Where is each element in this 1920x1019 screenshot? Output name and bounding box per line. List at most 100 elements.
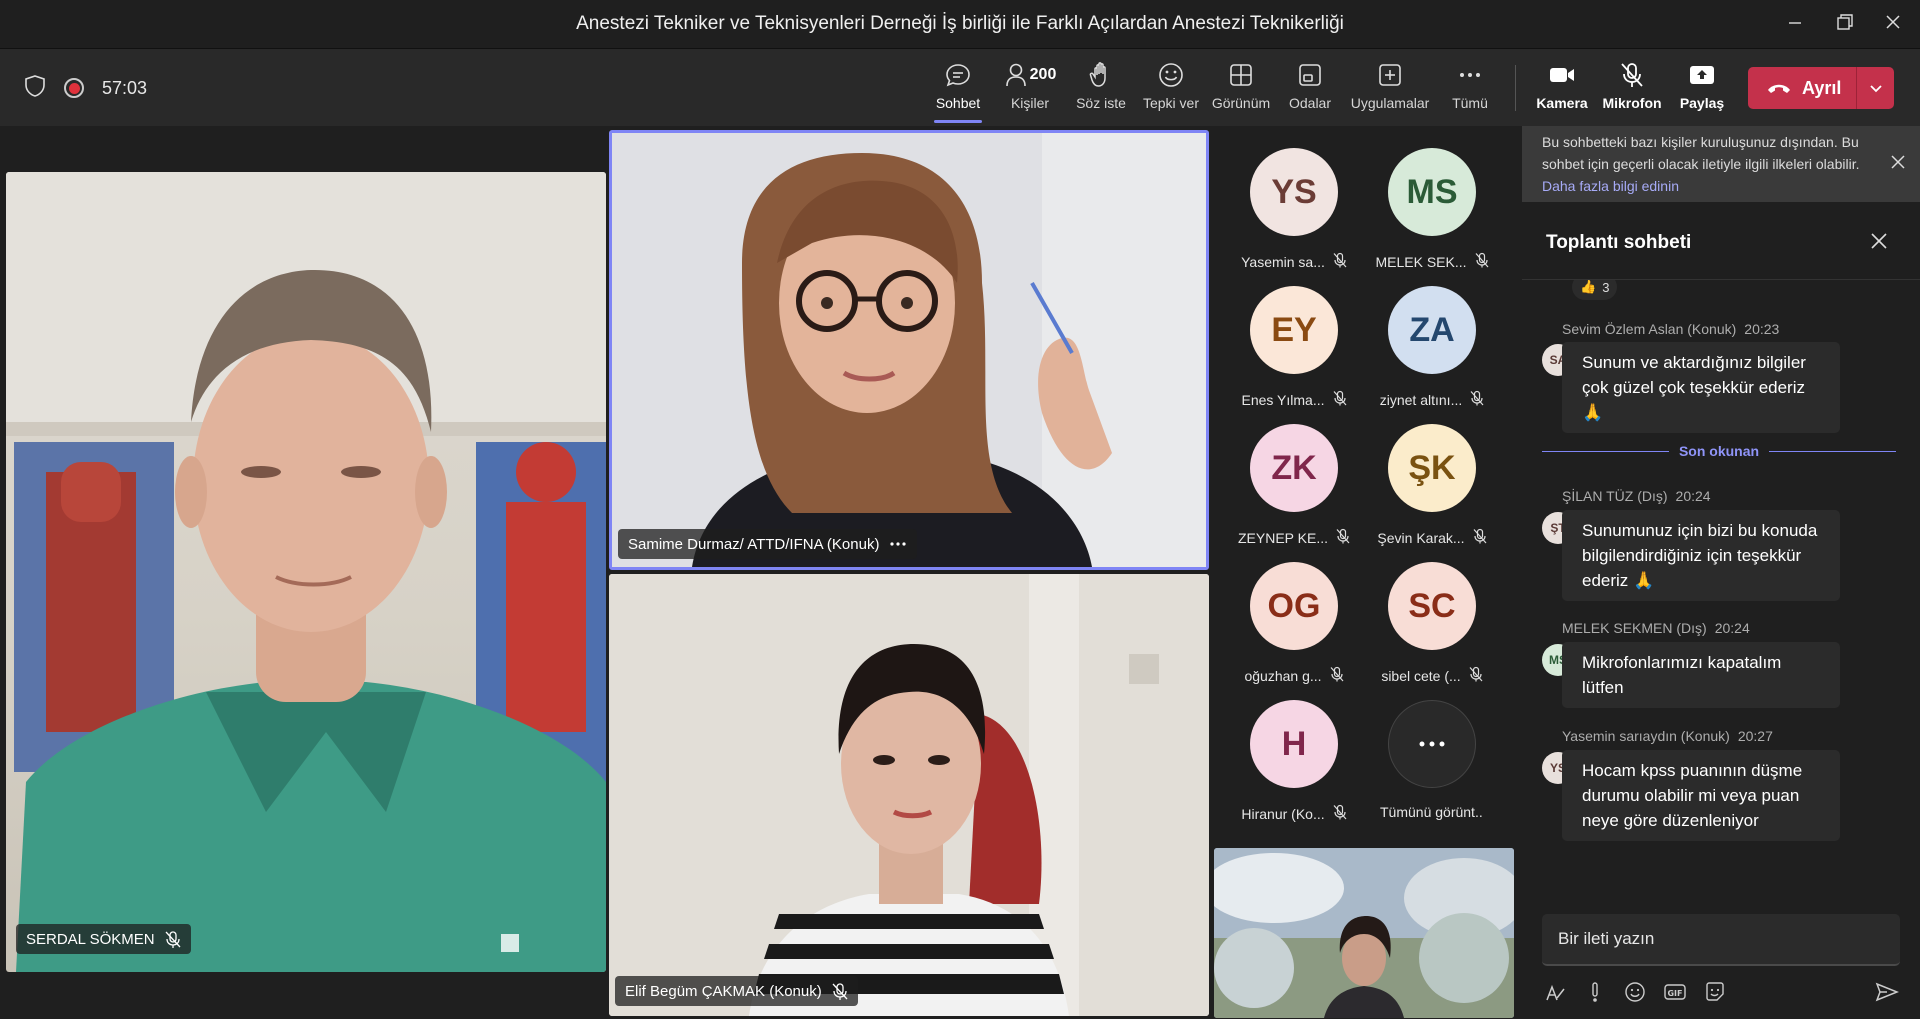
participant-video-image xyxy=(612,133,1206,567)
share-label: Paylaş xyxy=(1679,95,1725,111)
chat-message[interactable]: Mikrofonlarımızı kapatalım lütfen xyxy=(1562,642,1840,708)
mic-off-icon xyxy=(1475,252,1489,271)
camera-button[interactable]: Kamera xyxy=(1526,59,1598,121)
tab-people-label: Kişiler xyxy=(1010,95,1050,111)
avatar-name: Hiranur (Ko... xyxy=(1241,805,1325,822)
sticker-button[interactable] xyxy=(1702,979,1728,1005)
tab-chat[interactable]: Sohbet xyxy=(922,59,994,123)
avatar-initials: H xyxy=(1250,700,1338,788)
avatar-name-row: Şevin Karak... xyxy=(1364,528,1500,547)
mic-off-icon xyxy=(1333,804,1347,823)
view-label: Görünüm xyxy=(1211,95,1271,111)
camera-icon xyxy=(1548,59,1576,91)
view-button[interactable]: Görünüm xyxy=(1205,59,1277,121)
close-icon xyxy=(1871,233,1887,249)
participant-avatar[interactable]: EY Enes Yılma... xyxy=(1226,286,1362,416)
avatar-name: Tümünü görünt... xyxy=(1380,804,1484,820)
participant-video-image xyxy=(609,574,1209,1016)
avatar-name-row: ZEYNEP KE... xyxy=(1226,528,1362,547)
avatar-initials: SC xyxy=(1388,562,1476,650)
leave-main[interactable]: Ayrıl xyxy=(1748,67,1856,109)
banner-close-button[interactable] xyxy=(1890,154,1906,176)
avatar-name: Enes Yılma... xyxy=(1241,391,1325,408)
svg-text:GIF: GIF xyxy=(1667,989,1682,998)
avatar-initials: MS xyxy=(1388,148,1476,236)
camera-label: Kamera xyxy=(1536,95,1588,111)
breakout-rooms-icon xyxy=(1297,59,1323,91)
microphone-button[interactable]: Mikrofon xyxy=(1596,59,1668,121)
participant-avatar[interactable]: SC sibel cete (... xyxy=(1364,562,1500,692)
more-icon xyxy=(1388,700,1476,788)
self-video-tile[interactable] xyxy=(1214,848,1514,1018)
mic-off-icon xyxy=(1473,528,1487,547)
chat-title: Toplantı sohbeti xyxy=(1546,232,1692,253)
video-stage: SERDAL SÖKMEN Samime Durmaz/ ATTD/IFNA (… xyxy=(0,126,1520,1019)
send-button[interactable] xyxy=(1874,979,1900,1005)
close-window-button[interactable] xyxy=(1868,0,1918,44)
participant-avatar[interactable]: YS Yasemin sa... xyxy=(1226,148,1362,278)
learn-more-link[interactable]: Daha fazla bilgi edinin xyxy=(1542,178,1679,194)
shield-icon[interactable] xyxy=(24,74,46,103)
participant-avatar[interactable]: H Hiranur (Ko... xyxy=(1226,700,1362,830)
add-apps-icon xyxy=(1377,59,1403,91)
chat-message[interactable]: Sunum ve aktardığınız bilgiler çok güzel… xyxy=(1562,342,1840,433)
more-button[interactable]: Tümü xyxy=(1434,59,1506,121)
recording-indicator-icon xyxy=(64,78,84,98)
close-icon xyxy=(1886,15,1900,29)
message-composer[interactable]: Bir ileti yazın xyxy=(1542,914,1900,966)
meeting-chat-panel: Toplantı sohbeti 👍 3 Sevim Özlem Aslan (… xyxy=(1522,202,1920,1019)
gif-button[interactable]: GIF xyxy=(1662,979,1688,1005)
participant-avatar[interactable]: ZA ziynet altını... xyxy=(1364,286,1500,416)
video-tile-serdal[interactable]: SERDAL SÖKMEN xyxy=(6,172,606,972)
tab-people[interactable]: 200 Kişiler xyxy=(994,59,1066,121)
restore-icon xyxy=(1837,14,1853,30)
message-time: 20:24 xyxy=(1714,620,1750,636)
emoji-button[interactable] xyxy=(1622,979,1648,1005)
message-sender: Sevim Özlem Aslan (Konuk) xyxy=(1562,321,1737,337)
message-sender: Yasemin sarıaydın (Konuk) xyxy=(1562,728,1730,744)
participant-avatar[interactable]: Tümünü görünt... xyxy=(1364,700,1500,830)
raise-hand-label: Söz iste xyxy=(1076,95,1126,111)
leave-button[interactable]: Ayrıl xyxy=(1748,67,1894,109)
chat-message[interactable]: Hocam kpss puanının düşme durumu olabili… xyxy=(1562,750,1840,841)
maximize-button[interactable] xyxy=(1820,0,1870,44)
mic-off-icon xyxy=(165,931,181,948)
avatar-name-row: sibel cete (... xyxy=(1364,666,1500,685)
participant-nametag: Samime Durmaz/ ATTD/IFNA (Konuk) xyxy=(618,529,918,559)
layout-icon xyxy=(1228,59,1254,91)
gif-icon: GIF xyxy=(1664,984,1686,1000)
chat-message[interactable]: Sunumunuz için bizi bu konuda bilgilendi… xyxy=(1562,510,1840,601)
share-button[interactable]: Paylaş xyxy=(1666,59,1738,121)
message-time: 20:27 xyxy=(1737,728,1773,744)
avatar-name: ZEYNEP KE... xyxy=(1238,529,1328,546)
tab-chat-label: Sohbet xyxy=(935,95,981,111)
participant-avatar[interactable]: ZK ZEYNEP KE... xyxy=(1226,424,1362,554)
reaction-badge[interactable]: 👍 3 xyxy=(1572,280,1618,300)
avatar-initials: YS xyxy=(1250,148,1338,236)
format-button[interactable] xyxy=(1542,979,1568,1005)
message-time: 20:24 xyxy=(1675,488,1711,504)
apps-button[interactable]: Uygulamalar xyxy=(1351,59,1429,121)
participant-name: Samime Durmaz/ ATTD/IFNA (Konuk) xyxy=(628,535,880,553)
meeting-toolbar: 57:03 Sohbet 200 Kişiler Söz iste Tepki … xyxy=(0,48,1920,126)
participant-avatar[interactable]: OG oğuzhan g... xyxy=(1226,562,1362,692)
rooms-button[interactable]: Odalar xyxy=(1274,59,1346,121)
video-tile-samime[interactable]: Samime Durmaz/ ATTD/IFNA (Konuk) xyxy=(609,130,1209,570)
leave-options-button[interactable] xyxy=(1857,83,1894,93)
participant-avatar[interactable]: ŞK Şevin Karak... xyxy=(1364,424,1500,554)
hand-icon xyxy=(1088,59,1114,91)
priority-button[interactable] xyxy=(1582,979,1608,1005)
video-tile-elif[interactable]: Elif Begüm ÇAKMAK (Konuk) xyxy=(609,574,1209,1016)
more-options-icon[interactable] xyxy=(889,541,907,547)
avatar-name: Şevin Karak... xyxy=(1377,529,1465,546)
minimize-icon xyxy=(1789,22,1801,24)
react-button[interactable]: Tepki ver xyxy=(1135,59,1207,121)
microphone-label: Mikrofon xyxy=(1602,95,1662,111)
raise-hand-button[interactable]: Söz iste xyxy=(1065,59,1137,121)
chat-close-button[interactable] xyxy=(1870,232,1888,255)
chat-icon xyxy=(944,59,972,91)
avatar-name: oğuzhan g... xyxy=(1244,667,1322,684)
minimize-button[interactable] xyxy=(1770,0,1820,44)
participant-avatar[interactable]: MS MELEK SEK... xyxy=(1364,148,1500,278)
more-icon xyxy=(1457,59,1483,91)
